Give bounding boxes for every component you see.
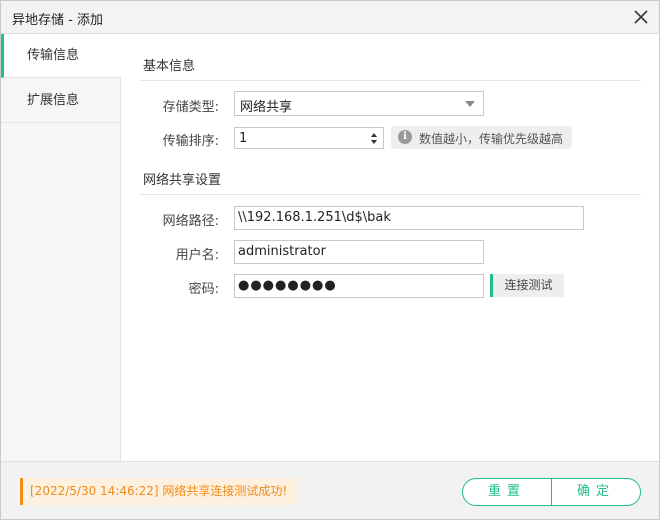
status-message: [2022/5/30 14:46:22] 网络共享连接测试成功! [20,478,298,505]
stepper-up-icon[interactable] [371,133,377,137]
storage-type-select[interactable]: 网络共享 [234,91,484,116]
action-buttons: 重置 确定 [462,478,641,506]
order-hint: i 数值越小，传输优先级越高 [391,126,572,149]
section-title-share: 网络共享设置 [143,173,222,188]
sidebar: 传输信息 扩展信息 [1,34,122,461]
title-bar: 异地存储 - 添加 [1,1,659,34]
ok-button[interactable]: 确定 [552,479,640,505]
stepper-down-icon[interactable] [371,140,377,144]
username-input[interactable]: administrator [234,240,484,264]
password-input[interactable]: ●●●●●●●● [234,274,484,298]
transfer-order-stepper[interactable]: 1 [234,127,384,149]
footer: [2022/5/30 14:46:22] 网络共享连接测试成功! 重置 确定 [1,461,659,519]
transfer-order-value: 1 [239,131,248,146]
dialog-window: 异地存储 - 添加 传输信息 扩展信息 基本信息 存储类型: 网络共享 传输排序… [0,0,660,520]
storage-type-label: 存储类型: [162,100,219,115]
network-path-input[interactable]: \\192.168.1.251\d$\bak [234,206,584,230]
tab-transfer-info[interactable]: 传输信息 [1,34,122,78]
window-title: 异地存储 - 添加 [12,13,103,28]
reset-button[interactable]: 重置 [463,479,552,505]
section-divider-share [139,194,641,195]
chevron-down-icon [465,101,475,107]
section-title-basic: 基本信息 [143,59,196,74]
storage-type-value: 网络共享 [240,100,293,115]
info-icon: i [398,130,412,144]
order-hint-text: 数值越小，传输优先级越高 [419,132,564,146]
connection-test-button[interactable]: 连接测试 [490,274,564,297]
close-button[interactable] [629,5,653,29]
close-icon [634,10,648,24]
section-divider-basic [139,80,641,81]
network-path-label: 网络路径: [162,214,219,229]
username-label: 用户名: [175,248,219,263]
transfer-order-label: 传输排序: [162,134,219,149]
tab-extended-info[interactable]: 扩展信息 [1,79,120,123]
password-label: 密码: [188,282,219,297]
